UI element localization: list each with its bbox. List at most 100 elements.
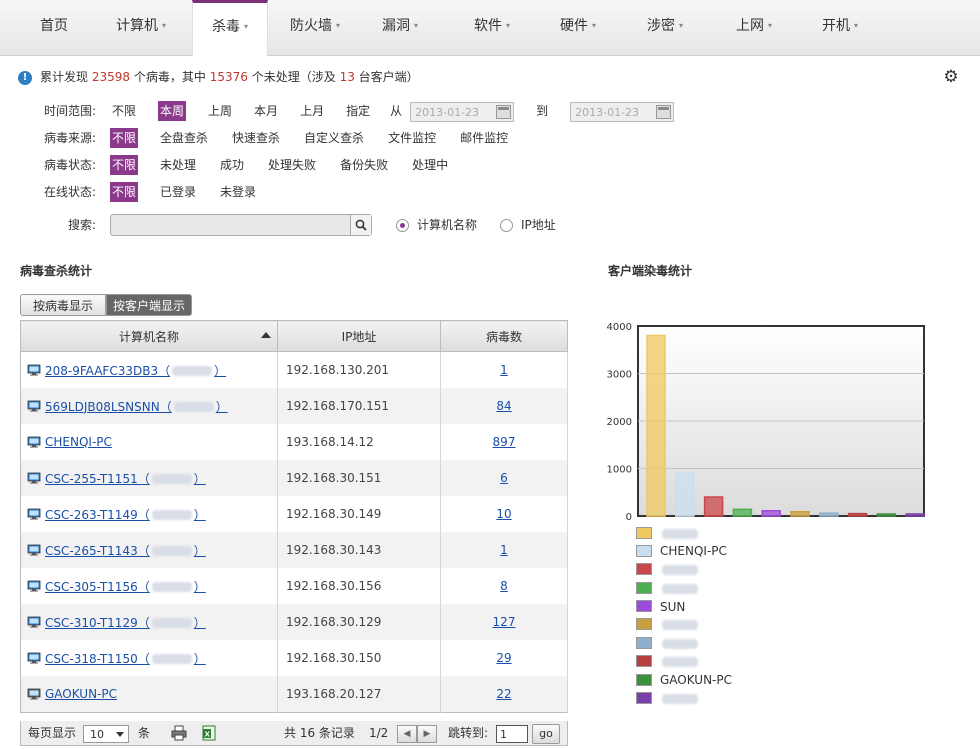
filter-option[interactable]: 未处理 — [158, 155, 198, 175]
per-page-value: 10 — [90, 727, 104, 741]
filter-option[interactable]: 不限 — [110, 128, 139, 148]
filter-option[interactable]: 处理中 — [410, 155, 450, 175]
computer-link[interactable]: CSC-318-T1150（） — [45, 652, 206, 666]
legend-swatch — [636, 581, 652, 594]
top-navigation: 首页 计算机 ▾ 杀毒 ▾ 防火墙 ▾ 漏洞 ▾ 软件 ▾ 硬件 ▾ 涉密 ▾ 上网 ▾ 开机 ▾ — [0, 0, 980, 56]
per-page-select[interactable]: 10 — [83, 724, 129, 743]
filter-option[interactable]: 不限 — [110, 101, 138, 121]
filter-option[interactable]: 邮件监控 — [458, 128, 510, 148]
virus-count: 23598 — [91, 70, 131, 84]
filter-option[interactable]: 本月 — [252, 101, 280, 121]
nav-tab[interactable]: 杀毒 ▾ — [192, 0, 268, 56]
radio-dot[interactable] — [500, 219, 513, 232]
radio-computer-name[interactable]: 计算机名称 — [396, 216, 477, 234]
chart-bar — [847, 512, 868, 517]
cell-ip: 192.168.30.151 — [277, 460, 441, 496]
from-date-field[interactable]: 2013-01-23 — [410, 101, 515, 122]
filter-option[interactable]: 处理失败 — [266, 155, 318, 175]
computer-link[interactable]: CSC-310-T1129（） — [45, 616, 206, 630]
computer-link[interactable]: CSC-265-T1143（） — [45, 544, 206, 558]
prev-page-button[interactable]: ◀ — [397, 724, 417, 743]
print-icon[interactable] — [171, 725, 187, 749]
filter-option[interactable]: 自定义查杀 — [302, 128, 366, 148]
redacted-name — [151, 582, 192, 592]
cell-computer-name: CHENQI-PC — [20, 424, 278, 460]
nav-tab[interactable]: 计算机 ▾ — [100, 0, 182, 55]
to-date-field[interactable]: 2013-01-23 — [570, 101, 675, 122]
jump-label: 跳转到: — [448, 726, 489, 740]
virus-count-link[interactable]: 22 — [496, 687, 511, 701]
filter-option[interactable]: 文件监控 — [386, 128, 438, 148]
filter-option[interactable]: 已登录 — [158, 182, 198, 202]
toggle-by-client[interactable]: 按客户端显示 — [106, 294, 192, 316]
search-button[interactable] — [350, 215, 371, 235]
virus-count-link[interactable]: 10 — [496, 507, 511, 521]
go-button[interactable]: go — [532, 723, 560, 744]
summary-mid1: 个病毒，其中 — [133, 70, 206, 84]
excel-export-icon[interactable]: X — [201, 725, 217, 749]
chart-bar — [876, 513, 897, 517]
col-ip[interactable]: IP地址 — [277, 320, 441, 352]
computer-name: CHENQI-PC — [45, 435, 112, 449]
next-page-button[interactable]: ▶ — [417, 724, 437, 743]
cell-virus-count: 1 — [440, 532, 568, 568]
gear-icon[interactable]: ⚙ — [942, 68, 960, 86]
computer-link[interactable]: GAOKUN-PC — [45, 687, 117, 701]
nav-tab[interactable]: 硬件 ▾ — [538, 0, 618, 55]
nav-tab[interactable]: 上网 ▾ — [713, 0, 795, 55]
computer-link[interactable]: CSC-255-T1151（） — [45, 472, 206, 486]
calendar-icon[interactable] — [656, 104, 672, 119]
legend-label: CHENQI-PC — [660, 544, 727, 559]
table-row: 569LDJB08LSNSNN（） 192.168.170.151 84 — [20, 388, 568, 424]
computer-link[interactable]: CSC-263-T1149（） — [45, 508, 206, 522]
virus-count-link[interactable]: 84 — [496, 399, 511, 413]
col-virus-count[interactable]: 病毒数 — [440, 320, 568, 352]
table-row: GAOKUN-PC 193.168.20.127 22 — [20, 676, 568, 713]
radio-dot[interactable] — [396, 219, 409, 232]
filter-option[interactable]: 备份失败 — [338, 155, 390, 175]
filter-option[interactable]: 快速查杀 — [230, 128, 282, 148]
summary-mid2: 个未处理（涉及 — [251, 70, 336, 84]
nav-tab[interactable]: 首页 — [18, 0, 90, 55]
virus-count-link[interactable]: 1 — [500, 363, 508, 377]
filter-option[interactable]: 上月 — [298, 101, 326, 121]
filter-option[interactable]: 未登录 — [218, 182, 258, 202]
computer-link[interactable]: CSC-305-T1156（） — [45, 580, 206, 594]
filter-option[interactable]: 上周 — [206, 101, 234, 121]
chevron-down-icon: ▾ — [767, 21, 772, 30]
client-count: 13 — [339, 70, 355, 84]
cell-virus-count: 8 — [440, 568, 568, 604]
computer-link[interactable]: CHENQI-PC — [45, 435, 112, 449]
virus-count-link[interactable]: 8 — [500, 579, 508, 593]
calendar-icon[interactable] — [496, 104, 512, 119]
toggle-by-virus[interactable]: 按病毒显示 — [20, 294, 106, 316]
nav-tab[interactable]: 防火墙 ▾ — [273, 0, 357, 55]
filter-option[interactable]: 不限 — [110, 155, 139, 175]
col-computer-name[interactable]: 计算机名称 — [20, 320, 278, 352]
nav-tab[interactable]: 漏洞 ▾ — [365, 0, 435, 55]
jump-page-input[interactable]: 1 — [496, 724, 528, 743]
nav-tab-label: 上网 — [735, 18, 764, 34]
nav-tab[interactable]: 软件 ▾ — [452, 0, 532, 55]
filter-option[interactable]: 本周 — [158, 101, 187, 121]
computer-link[interactable]: 569LDJB08LSNSNN（） — [45, 400, 228, 414]
filter-option[interactable]: 不限 — [110, 182, 139, 202]
table-row: CSC-263-T1149（） 192.168.30.149 10 — [20, 496, 568, 532]
search-input[interactable] — [110, 214, 372, 236]
virus-count-link[interactable]: 1 — [500, 543, 508, 557]
legend-swatch — [636, 544, 652, 557]
virus-count-link[interactable]: 127 — [493, 615, 516, 629]
sort-asc-icon[interactable] — [261, 332, 271, 338]
computer-link[interactable]: 208-9FAAFC33DB3（） — [45, 364, 226, 378]
radio-ip[interactable]: IP地址 — [500, 216, 556, 234]
nav-tab-label: 首页 — [40, 18, 68, 34]
virus-count-link[interactable]: 29 — [496, 651, 511, 665]
filter-option[interactable]: 成功 — [218, 155, 246, 175]
filter-option[interactable]: 指定 — [344, 101, 372, 121]
nav-tab[interactable]: 涉密 ▾ — [625, 0, 705, 55]
virus-count-link[interactable]: 6 — [500, 471, 508, 485]
filter-option[interactable]: 全盘查杀 — [158, 128, 210, 148]
virus-count-link[interactable]: 897 — [493, 435, 516, 449]
chart-bar — [905, 513, 925, 517]
nav-tab[interactable]: 开机 ▾ — [800, 0, 880, 55]
